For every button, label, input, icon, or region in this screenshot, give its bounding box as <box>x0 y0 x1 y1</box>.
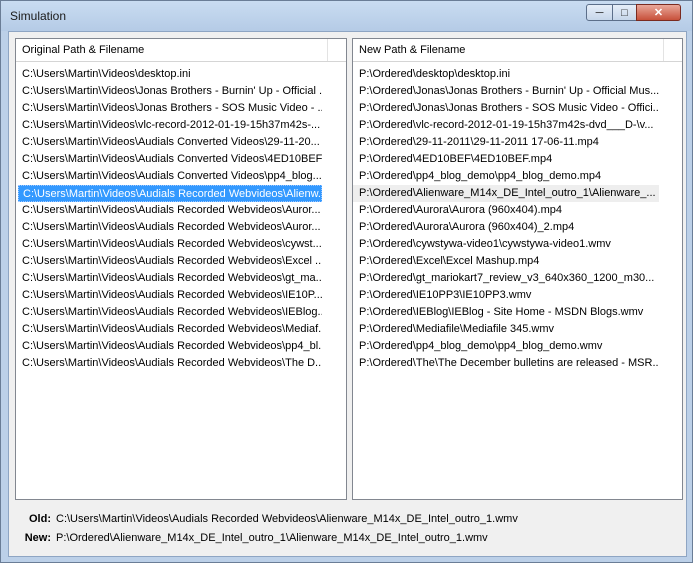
column-divider[interactable] <box>663 39 664 61</box>
close-icon: ✕ <box>653 7 664 19</box>
list-item[interactable]: C:\Users\Martin\Videos\Audials Recorded … <box>16 355 322 372</box>
window-title: Simulation <box>10 9 67 23</box>
list-item[interactable]: P:\Ordered\vlc-record-2012-01-19-15h37m4… <box>353 117 659 134</box>
list-item[interactable]: C:\Users\Martin\Videos\Audials Recorded … <box>16 338 322 355</box>
maximize-button[interactable]: □ <box>612 4 637 21</box>
title-bar[interactable]: Simulation ─ □ ✕ <box>1 1 692 31</box>
list-item[interactable]: C:\Users\Martin\Videos\Audials Converted… <box>16 168 322 185</box>
list-item[interactable]: P:\Ordered\Aurora\Aurora (960x404)_2.mp4 <box>353 219 659 236</box>
list-item[interactable]: C:\Users\Martin\Videos\Audials Recorded … <box>16 321 322 338</box>
list-item[interactable]: C:\Users\Martin\Videos\Audials Converted… <box>16 134 322 151</box>
close-button[interactable]: ✕ <box>636 4 681 21</box>
selection-details: Old: C:\Users\Martin\Videos\Audials Reco… <box>9 507 686 557</box>
list-item[interactable]: C:\Users\Martin\Videos\Audials Recorded … <box>18 185 322 202</box>
column-header-label: New Path & Filename <box>359 44 466 56</box>
list-item[interactable]: P:\Ordered\The\The December bulletins ar… <box>353 355 659 372</box>
list-item[interactable]: P:\Ordered\29-11-2011\29-11-2011 17-06-1… <box>353 134 659 151</box>
list-item[interactable]: P:\Ordered\Alienware_M14x_DE_Intel_outro… <box>353 185 659 202</box>
list-item[interactable]: C:\Users\Martin\Videos\Audials Recorded … <box>16 202 322 219</box>
list-item[interactable]: P:\Ordered\gt_mariokart7_review_v3_640x3… <box>353 270 659 287</box>
list-item[interactable]: C:\Users\Martin\Videos\Audials Recorded … <box>16 304 322 321</box>
list-item[interactable]: P:\Ordered\IEBlog\IEBlog - Site Home - M… <box>353 304 659 321</box>
list-item[interactable]: P:\Ordered\pp4_blog_demo\pp4_blog_demo.m… <box>353 168 659 185</box>
list-item[interactable]: P:\Ordered\4ED10BEF\4ED10BEF.mp4 <box>353 151 659 168</box>
list-item[interactable]: P:\Ordered\Jonas\Jonas Brothers - SOS Mu… <box>353 100 659 117</box>
list-item[interactable]: C:\Users\Martin\Videos\Audials Recorded … <box>16 287 322 304</box>
simulation-window: Simulation ─ □ ✕ Original Path & Filenam… <box>0 0 693 563</box>
old-label: Old: <box>29 513 51 525</box>
minimize-icon: ─ <box>595 6 604 19</box>
list-item[interactable]: P:\Ordered\Excel\Excel Mashup.mp4 <box>353 253 659 270</box>
list-item[interactable]: C:\Users\Martin\Videos\Jonas Brothers - … <box>16 100 322 117</box>
list-item[interactable]: C:\Users\Martin\Videos\Audials Recorded … <box>16 270 322 287</box>
column-header-label: Original Path & Filename <box>22 44 145 56</box>
list-item[interactable]: C:\Users\Martin\Videos\Audials Recorded … <box>16 253 322 270</box>
list-item[interactable]: P:\Ordered\IE10PP3\IE10PP3.wmv <box>353 287 659 304</box>
client-area: Original Path & Filename C:\Users\Martin… <box>8 31 687 557</box>
list-item[interactable]: P:\Ordered\pp4_blog_demo\pp4_blog_demo.w… <box>353 338 659 355</box>
list-item[interactable]: P:\Ordered\desktop\desktop.ini <box>353 66 659 83</box>
list-item[interactable]: C:\Users\Martin\Videos\desktop.ini <box>16 66 322 83</box>
maximize-icon: □ <box>621 6 628 19</box>
list-item[interactable]: C:\Users\Martin\Videos\Jonas Brothers - … <box>16 83 322 100</box>
old-path-value: C:\Users\Martin\Videos\Audials Recorded … <box>56 513 518 525</box>
column-divider[interactable] <box>327 39 328 61</box>
new-path-list[interactable]: New Path & Filename P:\Ordered\desktop\d… <box>352 38 683 500</box>
new-label: New: <box>24 532 51 544</box>
list-item[interactable]: P:\Ordered\Mediafile\Mediafile 345.wmv <box>353 321 659 338</box>
list-item[interactable]: C:\Users\Martin\Videos\Audials Converted… <box>16 151 322 168</box>
list-item[interactable]: P:\Ordered\Aurora\Aurora (960x404).mp4 <box>353 202 659 219</box>
column-header-original[interactable]: Original Path & Filename <box>16 39 346 62</box>
new-path-value: P:\Ordered\Alienware_M14x_DE_Intel_outro… <box>56 532 488 544</box>
list-item[interactable]: P:\Ordered\cywstywa-video1\cywstywa-vide… <box>353 236 659 253</box>
new-rows: P:\Ordered\desktop\desktop.ini P:\Ordered… <box>353 62 682 372</box>
original-path-list[interactable]: Original Path & Filename C:\Users\Martin… <box>15 38 347 500</box>
minimize-button[interactable]: ─ <box>586 4 613 21</box>
list-item[interactable]: P:\Ordered\Jonas\Jonas Brothers - Burnin… <box>353 83 659 100</box>
list-item[interactable]: C:\Users\Martin\Videos\Audials Recorded … <box>16 236 322 253</box>
list-item[interactable]: C:\Users\Martin\Videos\vlc-record-2012-0… <box>16 117 322 134</box>
original-rows: C:\Users\Martin\Videos\desktop.ini C:\Use… <box>16 62 346 372</box>
column-header-new[interactable]: New Path & Filename <box>353 39 682 62</box>
list-item[interactable]: C:\Users\Martin\Videos\Audials Recorded … <box>16 219 322 236</box>
